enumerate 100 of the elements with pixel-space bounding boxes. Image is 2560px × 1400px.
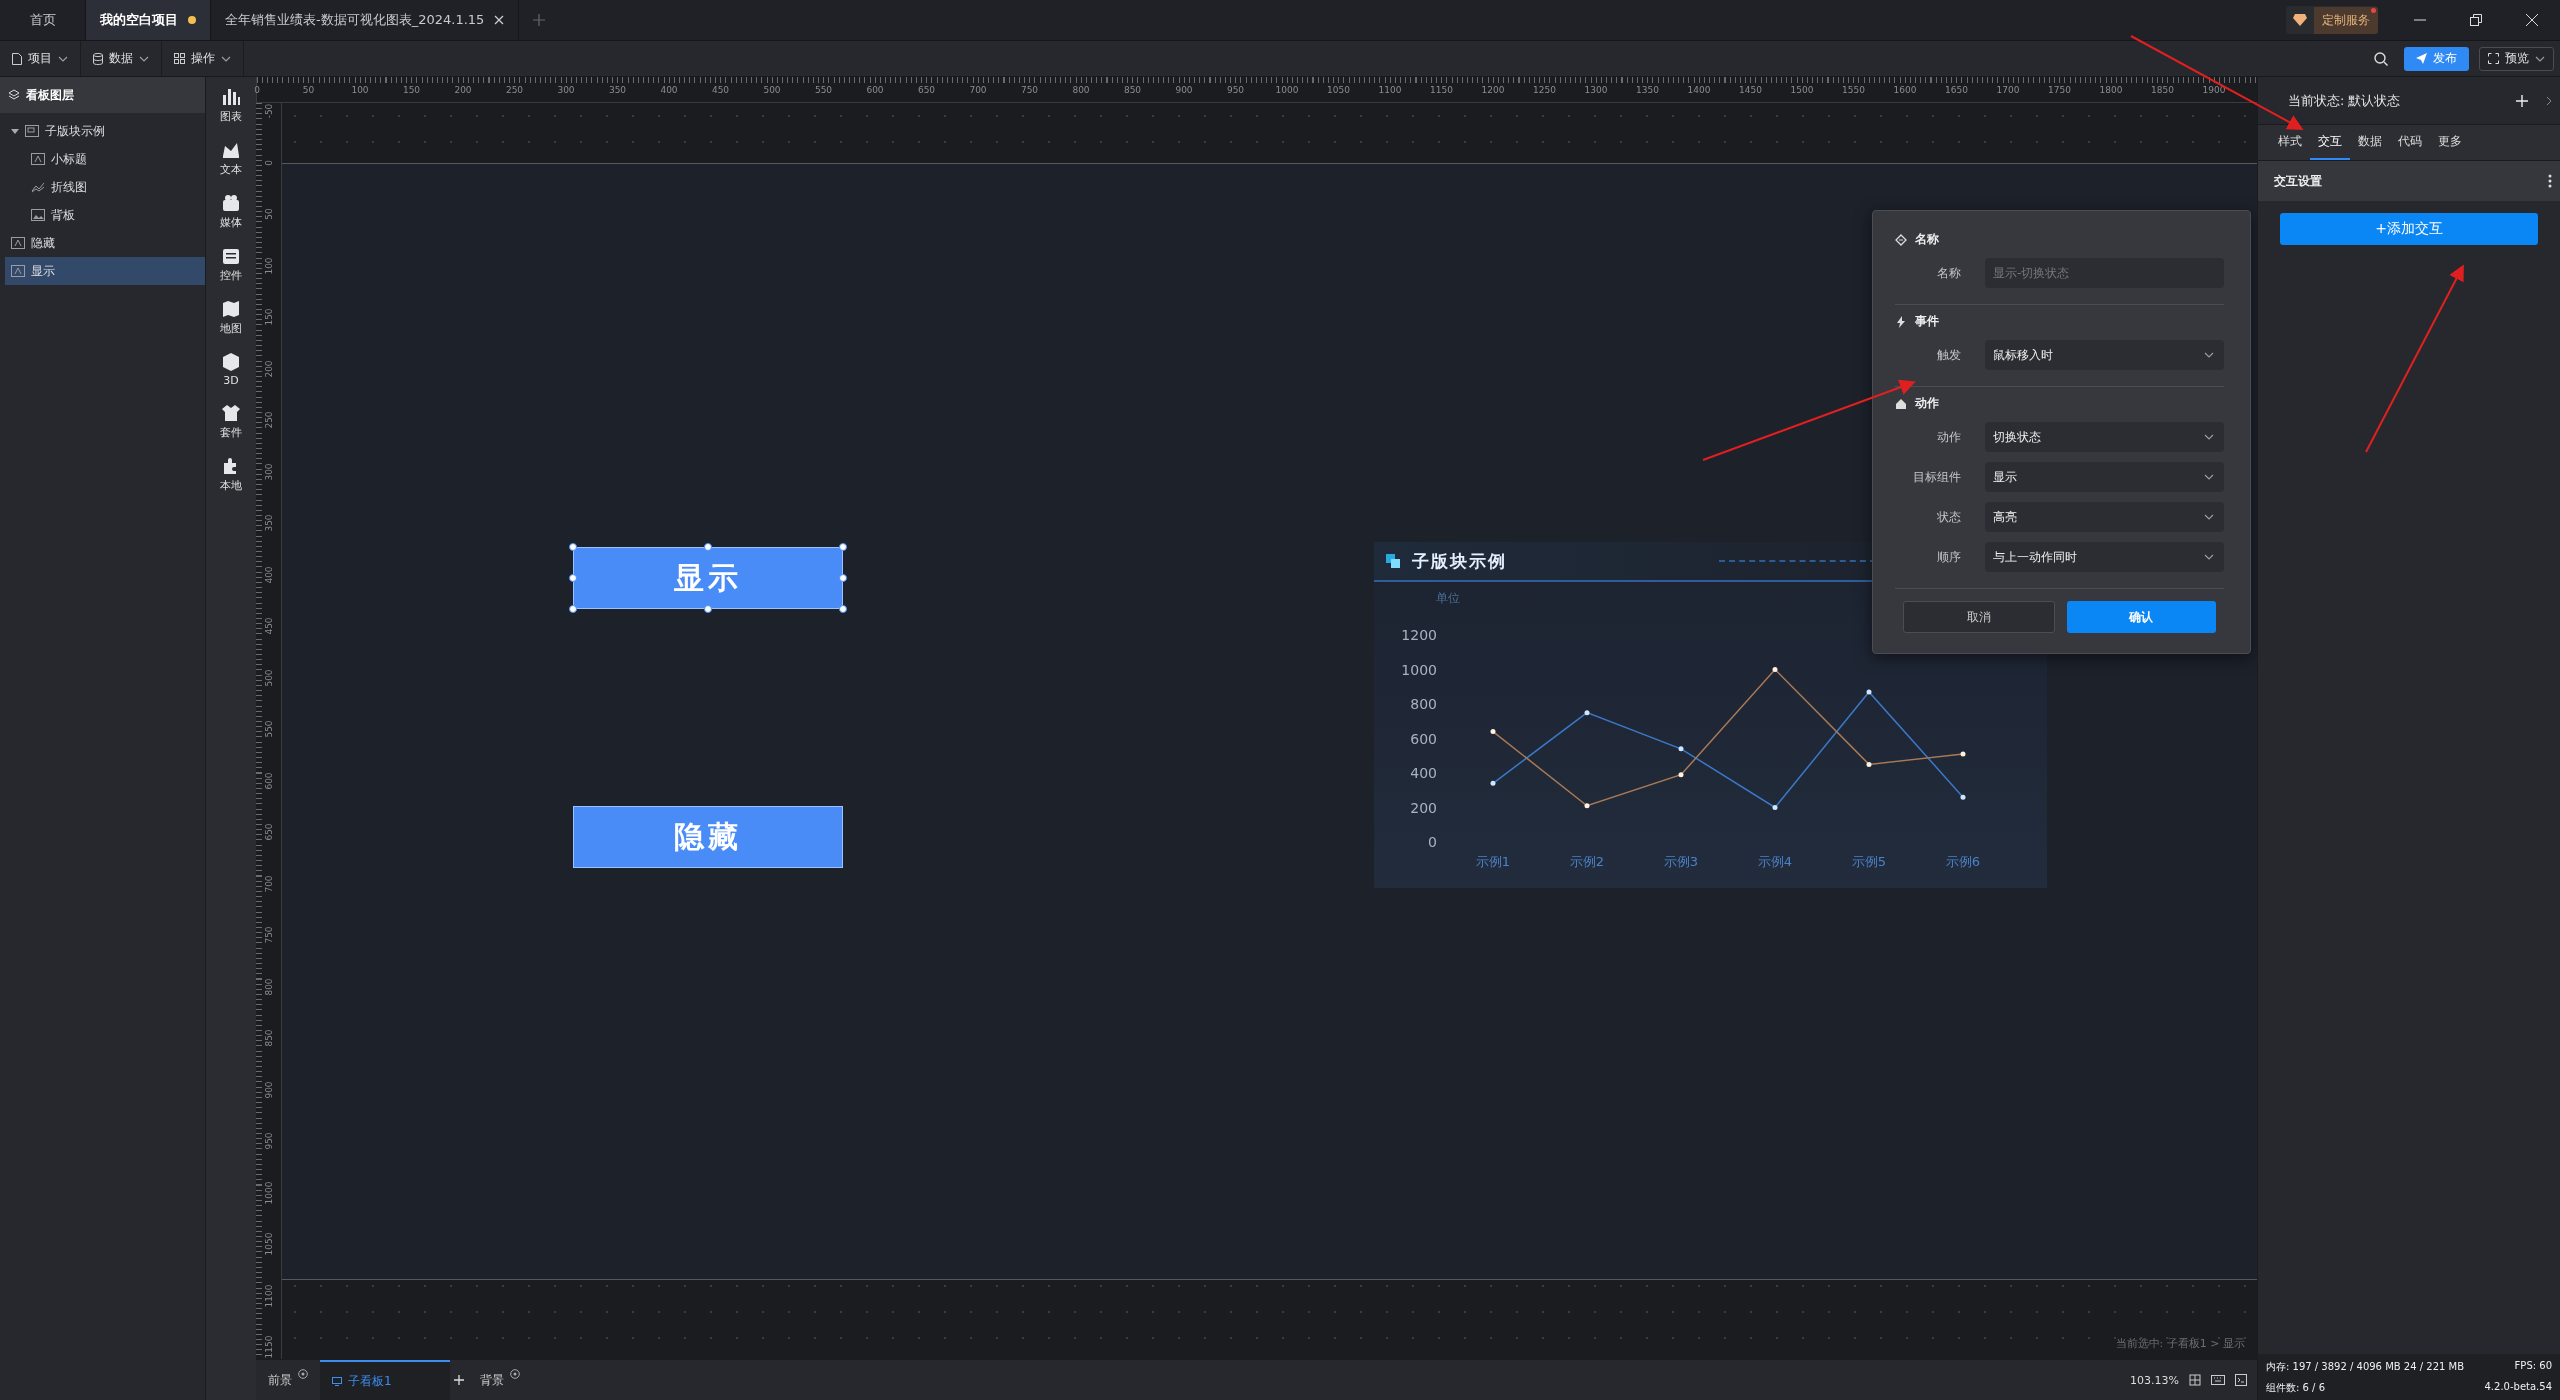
panel-tab[interactable]: 数据: [2350, 125, 2390, 160]
board-tab[interactable]: 前景: [256, 1360, 320, 1400]
component-category-button[interactable]: 控件: [220, 242, 242, 287]
component-category-button[interactable]: 图表: [220, 83, 242, 128]
board-tab[interactable]: 子看板1: [320, 1360, 450, 1400]
add-icon[interactable]: [2516, 94, 2528, 107]
ruler-label: 550: [814, 85, 833, 95]
layer-item[interactable]: 背板: [5, 201, 205, 229]
search-icon[interactable]: [2374, 51, 2388, 66]
ruler-label: 750: [1020, 85, 1039, 95]
ruler-label: 700: [264, 874, 274, 893]
ruler-label: 150: [402, 85, 421, 95]
field-label: 名称: [1936, 264, 1961, 282]
y-axis-label: 400: [1410, 765, 1437, 781]
confirm-button[interactable]: 确认: [2066, 601, 2216, 633]
database-icon: [93, 52, 103, 65]
restore-icon[interactable]: [2470, 14, 2482, 26]
y-axis-label: 1200: [1401, 627, 1437, 643]
close-icon[interactable]: [2526, 14, 2538, 26]
chevron-right-icon[interactable]: [2546, 95, 2552, 106]
layer-item[interactable]: 子版块示例: [5, 117, 205, 145]
layer-item[interactable]: 隐藏: [5, 229, 205, 257]
custom-service-button[interactable]: 定制服务: [2286, 6, 2378, 34]
preview-button[interactable]: 预览: [2479, 46, 2554, 71]
ruler-label: 400: [264, 565, 274, 584]
data-point: [1772, 667, 1778, 672]
ruler-label: 50: [264, 208, 274, 220]
ruler-label: 50: [302, 85, 315, 95]
ruler-label: 200: [454, 85, 472, 95]
component-category-button[interactable]: 本地: [220, 452, 242, 497]
menu-button[interactable]: 数据: [81, 41, 162, 76]
ruler-label: 1750: [2048, 85, 2071, 95]
name-field[interactable]: 显示-切换状态: [1985, 258, 2224, 288]
fullscreen-icon: [2488, 53, 2499, 64]
dropdown-field[interactable]: 鼠标移入时: [1985, 340, 2224, 370]
component-category-button[interactable]: 套件: [220, 399, 242, 444]
panel-tab[interactable]: 代码: [2390, 125, 2430, 160]
fps-counter: FPS: 60: [2514, 1359, 2552, 1373]
component-category-button[interactable]: 媒体: [220, 189, 242, 234]
x-axis-label: 示例3: [1663, 854, 1699, 869]
panel-title: 子版块示例: [1412, 549, 1507, 573]
menu-button[interactable]: 项目: [0, 41, 81, 76]
ruler-label: 450: [264, 617, 274, 635]
state-value: 默认状态: [2348, 91, 2401, 110]
ruler-label: 0: [254, 85, 260, 95]
ruler-label: 650: [264, 823, 274, 841]
image-icon: [31, 209, 45, 221]
more-options-icon[interactable]: [2548, 174, 2552, 188]
board-tab[interactable]: 背景: [468, 1360, 532, 1400]
ruler-label: 600: [264, 771, 274, 790]
ruler-label: 1500: [1790, 85, 1814, 95]
expand-arrow-icon[interactable]: [11, 128, 19, 134]
y-axis-label: 200: [1410, 799, 1437, 816]
panel-title: 看板图层: [26, 86, 74, 104]
ruler-label: 150: [264, 308, 274, 326]
terminal-icon[interactable]: [2235, 1374, 2247, 1386]
ruler-label: -50: [264, 103, 274, 119]
monitor-icon: [332, 1376, 342, 1386]
memory-usage: 内存: 197 / 3892 / 4096 MB 24 / 221 MB: [2266, 1359, 2465, 1374]
add-icon[interactable]: [454, 1375, 464, 1385]
data-point: [1772, 805, 1778, 810]
text-layer-icon: [11, 265, 25, 277]
field-label: 触发: [1936, 346, 1961, 364]
section-title: 事件: [1915, 313, 1939, 330]
chevron-down-icon: [2535, 55, 2545, 62]
dropdown-field[interactable]: 显示: [1985, 462, 2224, 492]
fit-screen-icon[interactable]: [2189, 1374, 2201, 1386]
field-label: 顺序: [1936, 548, 1961, 566]
cancel-button[interactable]: 取消: [1903, 601, 2055, 633]
add-interaction-button[interactable]: +添加交互: [2280, 213, 2538, 245]
section-title: 动作: [1915, 395, 1939, 412]
ruler-label: 200: [264, 359, 274, 378]
panel-tab[interactable]: 样式: [2270, 125, 2310, 160]
data-point: [1490, 729, 1496, 735]
layer-item[interactable]: 折线图: [5, 173, 205, 201]
document-tab[interactable]: 我的空白项目: [86, 0, 211, 40]
data-point: [1490, 780, 1496, 786]
group-icon: [25, 125, 39, 137]
component-icon: [221, 246, 241, 266]
panel-tab[interactable]: 更多: [2430, 125, 2470, 160]
ruler-label: 1350: [1636, 85, 1659, 95]
dropdown-field[interactable]: 高亮: [1985, 502, 2224, 532]
component-category-button[interactable]: 3D: [221, 348, 241, 391]
close-icon[interactable]: [494, 15, 505, 25]
x-axis-label: 示例2: [1569, 854, 1605, 869]
x-axis-label: 示例1: [1475, 854, 1511, 869]
ruler-label: 1400: [1687, 85, 1711, 95]
data-point: [1584, 803, 1590, 809]
field-label: 状态: [1936, 508, 1961, 526]
component-category-button[interactable]: 文本: [220, 136, 242, 181]
dropdown-field[interactable]: 切换状态: [1985, 422, 2224, 452]
ruler-label: 900: [264, 1080, 274, 1099]
layer-item[interactable]: 显示: [5, 257, 205, 285]
keyboard-icon[interactable]: [2211, 1375, 2225, 1385]
ruler-label: 500: [763, 85, 781, 95]
ruler-label: 100: [264, 256, 274, 275]
layer-item[interactable]: 小标题: [5, 145, 205, 173]
dropdown-field[interactable]: 与上一动作同时: [1985, 542, 2224, 572]
menu-button[interactable]: 操作: [162, 41, 244, 76]
component-category-button[interactable]: 地图: [220, 295, 242, 340]
